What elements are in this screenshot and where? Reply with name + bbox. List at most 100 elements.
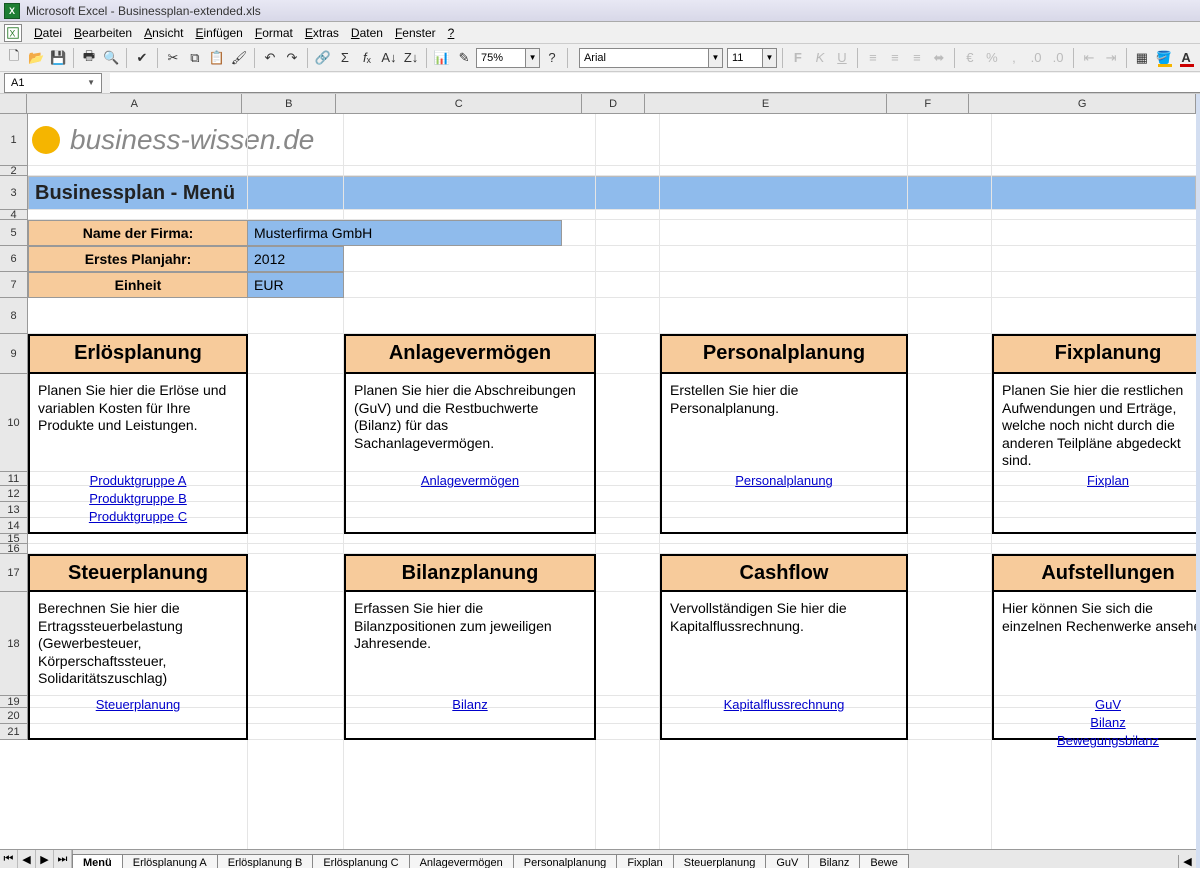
menu-fenster[interactable]: Fenster [389,24,442,42]
row-head-18[interactable]: 18 [0,592,28,696]
info-value[interactable]: EUR [248,272,344,298]
paste-icon[interactable]: 📋 [207,47,227,69]
italic-icon[interactable]: K [810,47,830,69]
increase-decimal-icon[interactable]: .0 [1026,47,1046,69]
sheet-tab-erlösplanung-a[interactable]: Erlösplanung A [122,854,218,868]
name-box[interactable]: A1 ▼ [4,73,102,93]
sheet-tab-guv[interactable]: GuV [765,854,809,868]
sheet-tab-personalplanung[interactable]: Personalplanung [513,854,618,868]
sheet-tab-bilanz[interactable]: Bilanz [808,854,860,868]
row-head-6[interactable]: 6 [0,246,28,272]
bold-icon[interactable]: F [788,47,808,69]
col-head-B[interactable]: B [242,94,336,113]
menu-daten[interactable]: Daten [345,24,389,42]
name-box-dropdown-icon[interactable]: ▼ [87,78,95,87]
font-size-input[interactable]: 11 [727,48,763,68]
borders-icon[interactable]: ▦ [1132,47,1152,69]
sheet-tab-anlagevermögen[interactable]: Anlagevermögen [409,854,514,868]
col-head-A[interactable]: A [27,94,242,113]
row-head-10[interactable]: 10 [0,374,28,472]
menu-datei[interactable]: Datei [28,24,68,42]
undo-icon[interactable]: ↶ [260,47,280,69]
chart-icon[interactable]: 📊 [432,47,452,69]
zoom-control[interactable]: 75% ▼ [476,48,540,68]
save-icon[interactable]: 💾 [48,47,68,69]
font-name-dropdown-icon[interactable]: ▼ [709,48,723,68]
link-steuerplanung[interactable]: Steuerplanung [38,696,238,714]
link-bilanz[interactable]: Bilanz [354,696,586,714]
info-value[interactable]: 2012 [248,246,344,272]
link-produktgruppe-c[interactable]: Produktgruppe C [38,508,238,526]
spellcheck-icon[interactable]: ✔ [132,47,152,69]
formula-input[interactable] [110,73,1200,93]
open-icon[interactable]: 📂 [26,47,46,69]
row-head-16[interactable]: 16 [0,544,28,554]
menu-ansicht[interactable]: Ansicht [138,24,189,42]
align-left-icon[interactable]: ≡ [863,47,883,69]
link-produktgruppe-a[interactable]: Produktgruppe A [38,472,238,490]
tab-nav-next-icon[interactable]: ▶ [36,850,54,868]
menu-?[interactable]: ? [442,24,461,42]
row-head-13[interactable]: 13 [0,502,28,518]
row-head-8[interactable]: 8 [0,298,28,334]
font-name-input[interactable]: Arial [579,48,709,68]
row-head-19[interactable]: 19 [0,696,28,708]
row-head-20[interactable]: 20 [0,708,28,724]
currency-icon[interactable]: € [960,47,980,69]
link-kapitalflussrechnung[interactable]: Kapitalflussrechnung [670,696,898,714]
col-head-C[interactable]: C [336,94,582,113]
row-head-2[interactable]: 2 [0,166,28,176]
format-painter-icon[interactable]: 🖌 [229,47,249,69]
col-head-G[interactable]: G [969,94,1196,113]
autosum-icon[interactable]: Σ [335,47,355,69]
redo-icon[interactable]: ↷ [282,47,302,69]
font-color-icon[interactable]: A [1176,47,1196,69]
align-center-icon[interactable]: ≡ [885,47,905,69]
row-head-3[interactable]: 3 [0,176,28,210]
cut-icon[interactable]: ✂ [163,47,183,69]
link-fixplan[interactable]: Fixplan [1002,472,1200,490]
menu-extras[interactable]: Extras [299,24,345,42]
merge-icon[interactable]: ⬌ [929,47,949,69]
zoom-dropdown-icon[interactable]: ▼ [526,48,540,68]
sheet-tab-steuerplanung[interactable]: Steuerplanung [673,854,767,868]
tab-nav-last-icon[interactable]: ⏭ [54,850,72,868]
link-personalplanung[interactable]: Personalplanung [670,472,898,490]
font-size-dropdown-icon[interactable]: ▼ [763,48,777,68]
link-bilanz[interactable]: Bilanz [1002,714,1200,732]
row-head-7[interactable]: 7 [0,272,28,298]
menu-format[interactable]: Format [249,24,299,42]
copy-icon[interactable]: ⧉ [185,47,205,69]
menu-bearbeiten[interactable]: Bearbeiten [68,24,138,42]
comma-icon[interactable]: , [1004,47,1024,69]
zoom-value[interactable]: 75% [476,48,526,68]
row-head-21[interactable]: 21 [0,724,28,740]
select-all-corner[interactable] [0,94,27,114]
col-head-D[interactable]: D [582,94,645,113]
row-head-1[interactable]: 1 [0,114,28,166]
tab-nav-first-icon[interactable]: ⏮ [0,850,18,868]
link-bewegungsbilanz[interactable]: Bewegungsbilanz [1002,732,1200,750]
worksheet-grid[interactable]: ABCDEFG 12345678910111213141516171819202… [0,94,1200,868]
sort-desc-icon[interactable]: Z↓ [401,47,421,69]
function-icon[interactable]: fₓ [357,47,377,69]
row-head-9[interactable]: 9 [0,334,28,374]
row-head-4[interactable]: 4 [0,210,28,220]
sheet-tab-menü[interactable]: Menü [72,854,123,868]
new-icon[interactable]: 🗋 [4,47,24,69]
row-head-17[interactable]: 17 [0,554,28,592]
underline-icon[interactable]: U [832,47,852,69]
drawing-icon[interactable]: ✎ [454,47,474,69]
col-head-F[interactable]: F [887,94,969,113]
sort-asc-icon[interactable]: A↓ [379,47,399,69]
tab-nav-prev-icon[interactable]: ◀ [18,850,36,868]
link-produktgruppe-b[interactable]: Produktgruppe B [38,490,238,508]
info-value[interactable]: Musterfirma GmbH [248,220,562,246]
link-anlagevermögen[interactable]: Anlagevermögen [354,472,586,490]
sheet-tab-bewe[interactable]: Bewe [859,854,909,868]
fill-color-icon[interactable]: 🪣 [1154,47,1174,69]
print-icon[interactable]: 🖶 [79,47,99,69]
sheet-tab-erlösplanung-b[interactable]: Erlösplanung B [217,854,314,868]
hyperlink-icon[interactable]: 🔗 [313,47,333,69]
increase-indent-icon[interactable]: ⇥ [1101,47,1121,69]
